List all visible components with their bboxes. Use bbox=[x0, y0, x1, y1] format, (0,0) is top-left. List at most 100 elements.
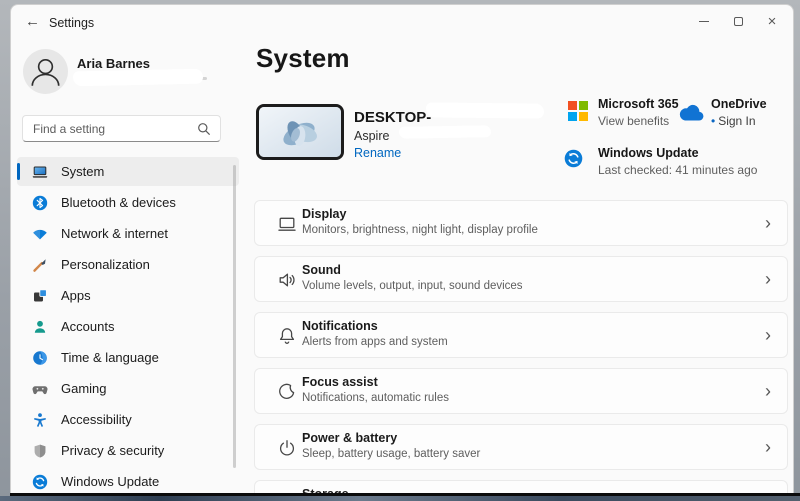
sidebar-item-label: Time & language bbox=[61, 350, 159, 365]
accounts-icon bbox=[32, 319, 48, 335]
sidebar-item-system[interactable]: System bbox=[17, 157, 239, 186]
sidebar-item-label: Accounts bbox=[61, 319, 114, 334]
card-description: Alerts from apps and system bbox=[302, 336, 448, 348]
sidebar-item-label: Windows Update bbox=[61, 474, 159, 489]
ms-square-yellow bbox=[579, 112, 588, 121]
settings-window: ← Settings × Aria Barnes bbox=[10, 4, 794, 493]
bullet-icon: • bbox=[711, 114, 715, 128]
sidebar-item-label: Privacy & security bbox=[61, 443, 164, 458]
card-power-battery[interactable]: Power & battery Sleep, battery usage, ba… bbox=[254, 424, 788, 470]
sound-icon bbox=[277, 270, 297, 290]
windows-update-title: Windows Update bbox=[598, 146, 699, 160]
sidebar-item-apps[interactable]: Apps bbox=[17, 281, 239, 310]
accessibility-icon bbox=[32, 412, 48, 428]
power-icon bbox=[277, 438, 297, 458]
sidebar-item-privacy-security[interactable]: Privacy & security bbox=[17, 436, 239, 465]
search-icon[interactable] bbox=[197, 122, 211, 136]
microsoft365-title: Microsoft 365 bbox=[598, 97, 679, 111]
ms-square-green bbox=[579, 101, 588, 110]
card-description: Sleep, battery usage, battery saver bbox=[302, 448, 480, 460]
card-title: Sound bbox=[302, 263, 341, 277]
onedrive-sign-in-link[interactable]: •Sign In bbox=[711, 114, 756, 128]
card-description: Volume levels, output, input, sound devi… bbox=[302, 280, 523, 292]
time-language-icon bbox=[32, 350, 48, 366]
minimize-button[interactable] bbox=[687, 9, 721, 33]
apps-icon bbox=[32, 288, 48, 304]
card-focus-assist[interactable]: Focus assist Notifications, automatic ru… bbox=[254, 368, 788, 414]
card-title: Power & battery bbox=[302, 431, 397, 445]
sidebar-item-windows-update[interactable]: Windows Update bbox=[17, 467, 239, 493]
person-icon bbox=[23, 49, 68, 95]
minimize-icon bbox=[699, 21, 709, 22]
avatar[interactable] bbox=[23, 49, 68, 94]
close-button[interactable]: × bbox=[755, 9, 789, 33]
sidebar-item-bluetooth-devices[interactable]: Bluetooth & devices bbox=[17, 188, 239, 217]
last-checked-text: Last checked: 41 minutes ago bbox=[598, 163, 757, 177]
card-description: Monitors, brightness, night light, displ… bbox=[302, 224, 538, 236]
ms-square-blue bbox=[568, 112, 577, 121]
desktop-taskbar-sliver bbox=[0, 496, 800, 501]
system-icon bbox=[32, 164, 48, 180]
page-title: System bbox=[256, 43, 350, 74]
network-icon bbox=[32, 226, 48, 242]
search-input[interactable] bbox=[23, 122, 197, 136]
email-redaction-scribble bbox=[73, 69, 203, 87]
user-name: Aria Barnes bbox=[77, 56, 150, 71]
chevron-right-icon: › bbox=[765, 437, 771, 458]
onedrive-cloud-icon bbox=[678, 104, 705, 127]
bloom-wallpaper bbox=[259, 107, 341, 157]
search-box[interactable] bbox=[22, 115, 221, 142]
device-model: Aspire bbox=[354, 129, 389, 143]
selected-accent-bar bbox=[17, 163, 20, 180]
sidebar-item-accessibility[interactable]: Accessibility bbox=[17, 405, 239, 434]
onedrive-title: OneDrive bbox=[711, 97, 767, 111]
window-controls: × bbox=[687, 9, 789, 33]
device-thumbnail bbox=[256, 104, 344, 160]
sidebar-nav: System Bluetooth & devices Network & int… bbox=[17, 157, 239, 493]
chevron-right-icon: › bbox=[765, 269, 771, 290]
back-arrow-icon[interactable]: ← bbox=[25, 13, 40, 30]
shield-icon bbox=[32, 443, 48, 459]
sidebar-item-accounts[interactable]: Accounts bbox=[17, 312, 239, 341]
personalization-icon bbox=[32, 257, 48, 273]
chevron-right-icon: › bbox=[765, 381, 771, 402]
sidebar-item-label: System bbox=[61, 164, 104, 179]
card-notifications[interactable]: Notifications Alerts from apps and syste… bbox=[254, 312, 788, 358]
card-sound[interactable]: Sound Volume levels, output, input, soun… bbox=[254, 256, 788, 302]
card-title: Focus assist bbox=[302, 375, 378, 389]
chevron-right-icon: › bbox=[765, 213, 771, 234]
card-title: Display bbox=[302, 207, 346, 221]
bluetooth-icon bbox=[32, 195, 48, 211]
chevron-right-icon: › bbox=[765, 325, 771, 346]
display-icon bbox=[277, 214, 297, 234]
card-storage[interactable]: Storage › bbox=[254, 480, 788, 493]
sidebar-item-label: Apps bbox=[61, 288, 91, 303]
maximize-button[interactable] bbox=[721, 9, 755, 33]
sidebar-scrollbar[interactable] bbox=[233, 165, 236, 468]
sidebar-item-personalization[interactable]: Personalization bbox=[17, 250, 239, 279]
sidebar-item-label: Personalization bbox=[61, 257, 150, 272]
gaming-icon bbox=[32, 381, 48, 397]
sidebar-item-label: Gaming bbox=[61, 381, 107, 396]
ms-square-red bbox=[568, 101, 577, 110]
view-benefits-link[interactable]: View benefits bbox=[598, 114, 669, 128]
window-title: Settings bbox=[49, 16, 94, 30]
card-description: Notifications, automatic rules bbox=[302, 392, 449, 404]
notifications-icon bbox=[277, 326, 297, 346]
windows-update-status-icon bbox=[564, 149, 583, 168]
sidebar-item-label: Accessibility bbox=[61, 412, 132, 427]
windows-update-icon bbox=[32, 474, 48, 490]
device-name-redaction-scribble bbox=[426, 102, 544, 118]
maximize-icon bbox=[734, 17, 743, 26]
device-model-redaction-scribble bbox=[399, 125, 491, 139]
sidebar-item-gaming[interactable]: Gaming bbox=[17, 374, 239, 403]
card-display[interactable]: Display Monitors, brightness, night ligh… bbox=[254, 200, 788, 246]
sidebar-item-label: Bluetooth & devices bbox=[61, 195, 176, 210]
close-icon: × bbox=[768, 14, 777, 29]
sidebar-item-time-language[interactable]: Time & language bbox=[17, 343, 239, 372]
sidebar-item-network-internet[interactable]: Network & internet bbox=[17, 219, 239, 248]
sign-in-label: Sign In bbox=[718, 114, 755, 128]
microsoft-logo-icon bbox=[568, 101, 588, 121]
card-title: Notifications bbox=[302, 319, 378, 333]
rename-link[interactable]: Rename bbox=[354, 146, 401, 160]
